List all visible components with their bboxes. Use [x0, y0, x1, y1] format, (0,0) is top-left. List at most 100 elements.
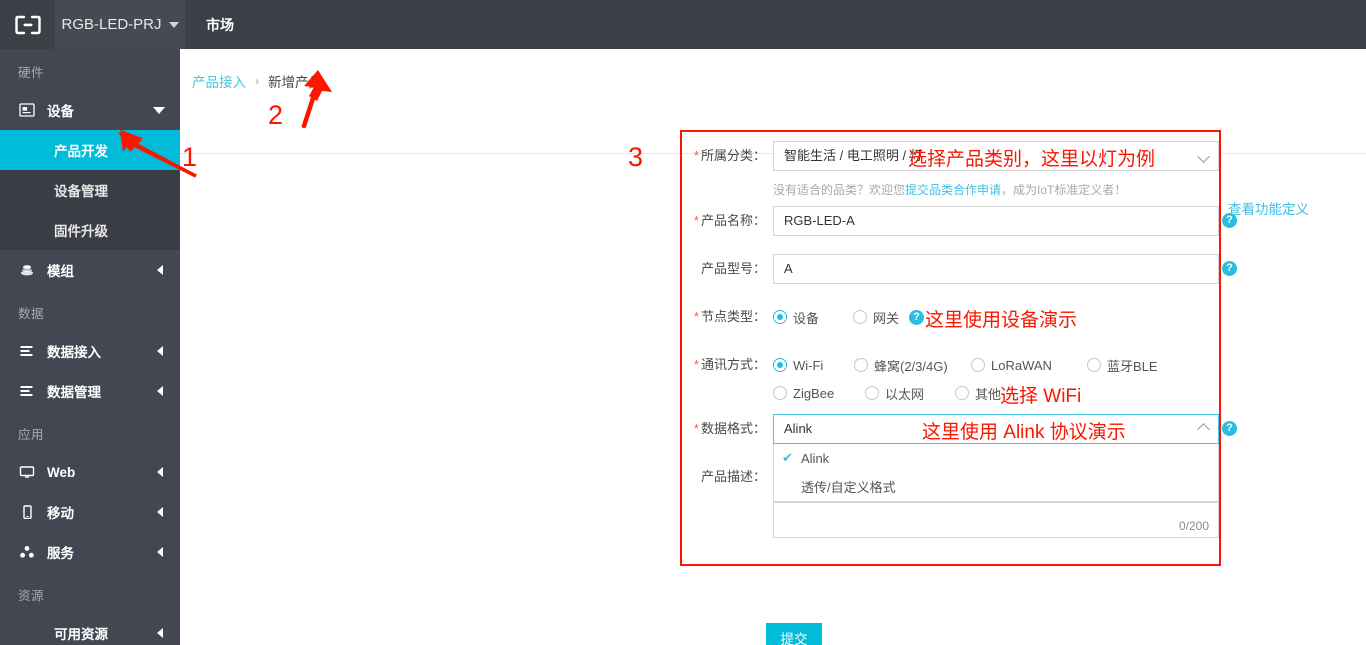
radio-comm-zigbee-label: ZigBee	[793, 385, 835, 401]
sidebar-item-data-manage-label: 数据管理	[47, 385, 101, 400]
breadcrumb-current: 新增产品	[268, 75, 322, 90]
sidebar-item-service[interactable]: 服务	[0, 532, 180, 572]
required-asterisk: *	[693, 421, 699, 436]
required-asterisk: *	[693, 357, 699, 372]
monitor-icon	[18, 464, 36, 480]
radio-comm-ble[interactable]: 蓝牙BLE	[1087, 356, 1158, 375]
top-bar: RGB-LED-PRJ 市场	[0, 0, 1366, 49]
radio-node-gateway[interactable]: 网关	[853, 308, 899, 327]
help-icon-data-format[interactable]: ?	[1222, 421, 1237, 436]
sidebar-item-data-access-label: 数据接入	[47, 345, 101, 360]
required-asterisk: *	[693, 309, 699, 324]
comm-type-radio-group: Wi-Fi 蜂窝(2/3/4G) LoRaWAN 蓝牙BLE ZigBee 以太…	[773, 350, 1219, 406]
field-node-type: * 节点类型： 设备 网关 ?	[687, 302, 925, 332]
category-hint-prefix: 没有适合的品类？欢迎您	[773, 183, 906, 197]
field-category: * 所属分类： 智能生活 / 电工照明 / 灯	[687, 141, 1219, 171]
sidebar-item-product-dev-label: 产品开发	[54, 144, 108, 159]
char-counter: 0/200	[1178, 519, 1209, 533]
dropdown-option-passthrough-label: 透传/自定义格式	[801, 479, 896, 495]
logo-button[interactable]	[0, 0, 55, 49]
submit-button[interactable]: 提交	[766, 623, 822, 645]
radio-comm-ble-label: 蓝牙BLE	[1107, 358, 1158, 374]
sidebar-group-resource: 资源	[18, 589, 45, 603]
field-comm-type-label: * 通讯方式：	[693, 357, 766, 372]
radio-comm-lorawan-label: LoRaWAN	[991, 357, 1052, 373]
link-bracket-icon	[14, 15, 41, 34]
sidebar-item-web[interactable]: Web	[0, 452, 180, 492]
sidebar-item-mobile-label: 移动	[47, 506, 74, 521]
sidebar-item-module-label: 模组	[47, 264, 74, 279]
data-manage-icon	[18, 383, 36, 399]
data-format-select[interactable]: Alink	[773, 414, 1219, 444]
sidebar-item-data-manage[interactable]: 数据管理	[0, 371, 180, 411]
chevron-left-icon	[157, 346, 163, 356]
radio-dot-icon	[854, 358, 868, 372]
field-data-format: * 数据格式： Alink	[687, 414, 1219, 444]
device-icon	[18, 102, 36, 118]
sidebar-item-available-resource[interactable]: 可用资源	[0, 613, 180, 645]
help-icon-product-model[interactable]: ?	[1222, 261, 1237, 276]
breadcrumb: 产品接入 › 新增产品	[180, 49, 1366, 91]
sidebar-item-firmware-upgrade-label: 固件升级	[54, 224, 108, 239]
sidebar-group-app: 应用	[18, 428, 45, 442]
radio-comm-other-label: 其他	[975, 386, 1002, 402]
radio-comm-lorawan[interactable]: LoRaWAN	[971, 358, 1087, 373]
sidebar-item-device-manage[interactable]: 设备管理	[0, 170, 180, 210]
breadcrumb-separator: ›	[255, 74, 259, 88]
radio-comm-wifi[interactable]: Wi-Fi	[773, 358, 854, 373]
category-apply-link[interactable]: 提交品类合作申请	[905, 183, 1001, 197]
data-in-icon	[18, 343, 36, 359]
sidebar-item-data-access[interactable]: 数据接入	[0, 331, 180, 371]
chevron-down-icon	[153, 106, 165, 114]
product-name-value: RGB-LED-A	[784, 213, 855, 228]
market-label: 市场	[206, 16, 234, 33]
product-model-value: A	[784, 261, 793, 276]
radio-comm-other[interactable]: 其他	[955, 384, 1001, 403]
sidebar-item-product-dev[interactable]: 产品开发	[0, 130, 180, 170]
sidebar-item-firmware-upgrade[interactable]: 固件升级	[0, 210, 180, 250]
sidebar-item-mobile[interactable]: 移动	[0, 492, 180, 532]
radio-comm-ethernet[interactable]: 以太网	[865, 384, 955, 403]
app-root: RGB-LED-PRJ 市场 硬件 设备 产品开发 设备管理 固件升级 模组 数…	[0, 0, 1366, 645]
main-content: 产品接入 › 新增产品 * 所属分类： 智能生活 / 电工照明 / 灯 没有适合的…	[180, 49, 1366, 645]
required-asterisk: *	[693, 213, 699, 228]
radio-comm-cellular[interactable]: 蜂窝(2/3/4G)	[854, 356, 971, 375]
question-mark-icon[interactable]: ?	[909, 309, 925, 325]
chevron-left-icon	[157, 507, 163, 517]
product-name-input[interactable]: RGB-LED-A	[773, 206, 1219, 236]
project-name: RGB-LED-PRJ	[61, 16, 162, 33]
radio-dot-icon	[773, 386, 787, 400]
radio-node-gateway-label: 网关	[873, 310, 900, 326]
category-select[interactable]: 智能生活 / 电工照明 / 灯	[773, 141, 1219, 171]
radio-node-device-label: 设备	[793, 310, 820, 326]
dropdown-option-alink-label: Alink	[801, 450, 830, 466]
field-product-name-label: * 产品名称：	[693, 213, 766, 228]
market-tab[interactable]: 市场	[185, 0, 255, 49]
radio-dot-icon	[1087, 358, 1101, 372]
sidebar-item-module[interactable]: 模组	[0, 250, 180, 290]
breadcrumb-parent[interactable]: 产品接入	[192, 71, 246, 91]
radio-node-device[interactable]: 设备	[773, 308, 819, 327]
dropdown-option-alink[interactable]: ✔ Alink	[774, 444, 1218, 472]
chevron-left-icon	[157, 467, 163, 477]
help-icon-product-name[interactable]: ?	[1222, 213, 1237, 228]
dropdown-option-passthrough[interactable]: 透传/自定义格式	[774, 472, 1218, 500]
node-type-radio-group: 设备 网关 ?	[773, 302, 925, 332]
field-category-label: * 所属分类：	[693, 148, 766, 163]
required-asterisk: *	[693, 148, 699, 163]
product-model-input[interactable]: A	[773, 254, 1219, 284]
sidebar-group-hardware: 硬件	[18, 66, 45, 80]
sidebar-submenu-device: 产品开发 设备管理 固件升级	[0, 130, 180, 250]
view-function-definition-link[interactable]: 查看功能定义	[1228, 198, 1309, 218]
data-format-value: Alink	[784, 421, 813, 436]
category-hint-text: 没有适合的品类？欢迎您提交品类合作申请，成为IoT标准定义者！	[773, 180, 1126, 200]
category-hint: 没有适合的品类？欢迎您提交品类合作申请，成为IoT标准定义者！	[773, 180, 1126, 200]
product-desc-textarea[interactable]: 0/200	[773, 502, 1219, 538]
project-selector[interactable]: RGB-LED-PRJ	[55, 0, 185, 49]
sidebar-item-device[interactable]: 设备	[0, 90, 180, 130]
sidebar-item-available-resource-label: 可用资源	[54, 627, 108, 642]
sidebar: 硬件 设备 产品开发 设备管理 固件升级 模组 数据 数据接入 数据管理 应用 …	[0, 49, 180, 645]
mobile-icon	[18, 504, 36, 520]
radio-dot-icon	[865, 386, 879, 400]
radio-comm-zigbee[interactable]: ZigBee	[773, 386, 865, 401]
